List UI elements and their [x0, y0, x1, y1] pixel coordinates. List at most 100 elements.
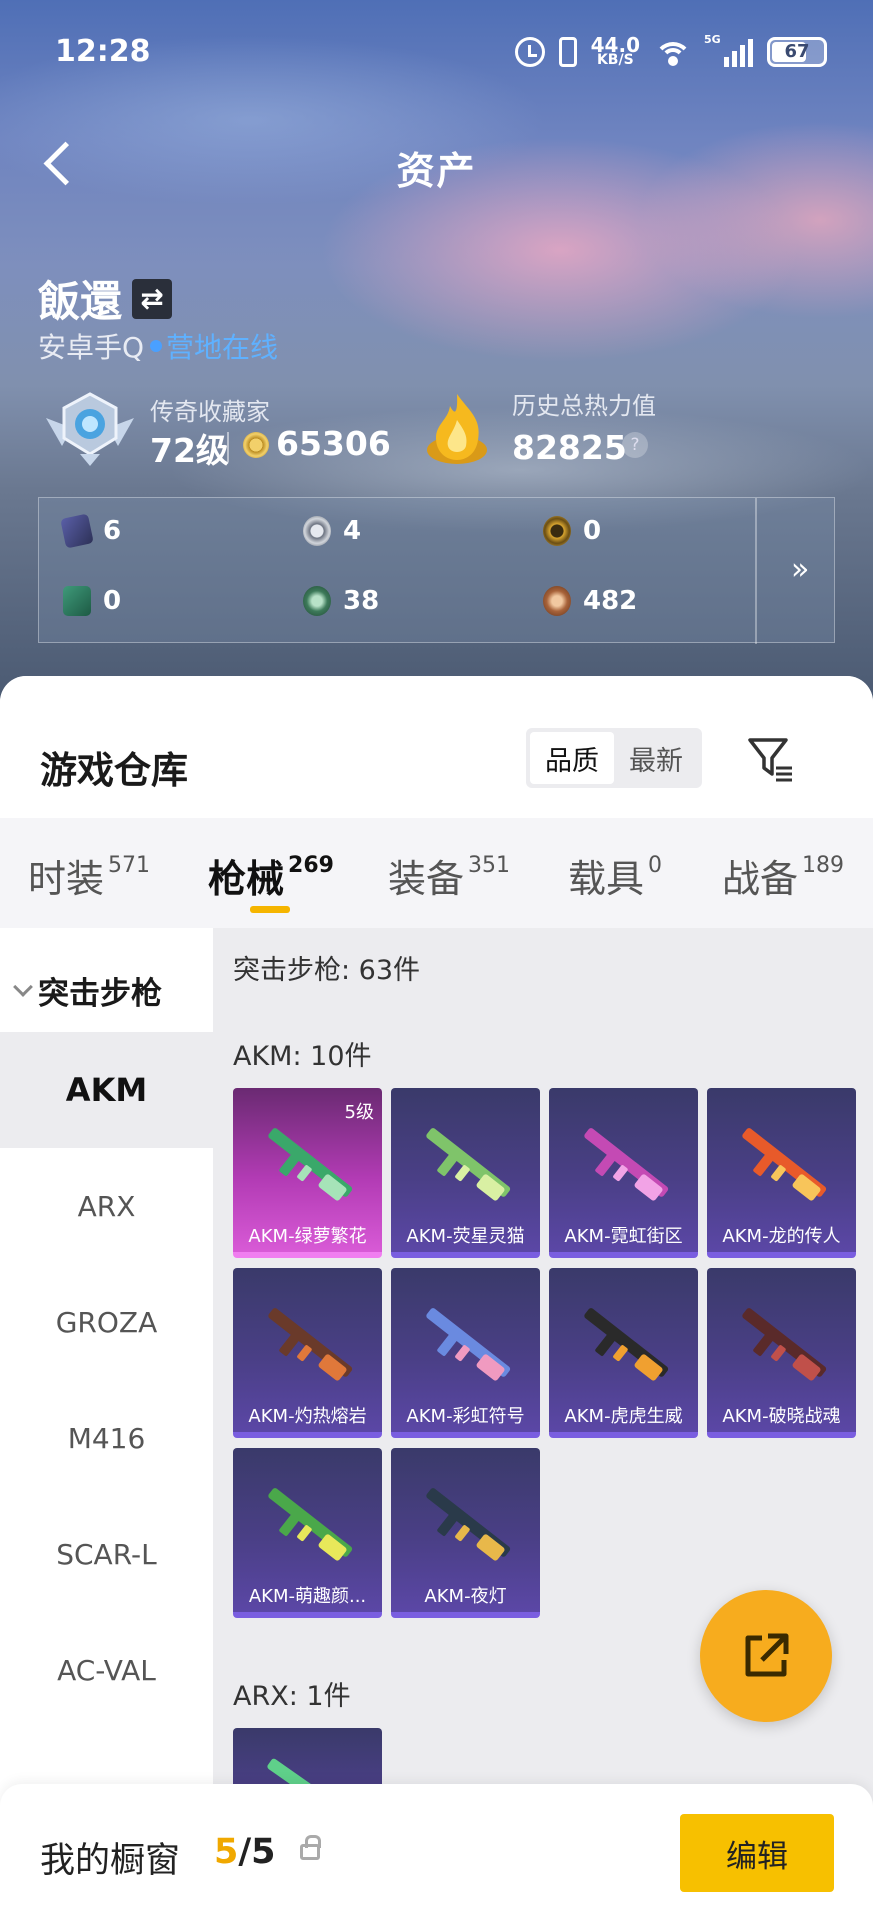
gun-icon	[268, 1488, 353, 1561]
weapon-grid: 突击步枪: 63件 AKM: 10件 5级 AKM-绿萝繁花 AKM-荧星灵猫 AKM…	[213, 928, 873, 1920]
count-item: 38	[303, 586, 379, 616]
item-name: AKM-彩虹符号	[406, 1406, 525, 1427]
signal-icon: 5G	[704, 33, 753, 67]
alarm-icon	[514, 36, 545, 67]
tab-vehicles[interactable]: 载具 0	[568, 848, 662, 903]
count-item: 0	[543, 516, 601, 546]
gun-icon	[742, 1128, 827, 1201]
warehouse-header: 游戏仓库 品质 最新	[0, 676, 873, 818]
rank-title: 传奇收藏家	[150, 398, 270, 426]
online-dot-icon	[150, 340, 163, 352]
fire-icon	[427, 394, 487, 464]
item-name: AKM-萌趣颜...	[248, 1586, 367, 1607]
gun-icon	[426, 1488, 511, 1561]
sort-newest[interactable]: 最新	[614, 732, 698, 784]
count-item: 482	[543, 586, 637, 616]
active-tab-indicator	[250, 906, 290, 913]
rank-emblem-icon	[46, 392, 134, 466]
edit-button[interactable]: 编辑	[680, 1814, 834, 1892]
item-name: AKM-霓虹街区	[564, 1226, 683, 1247]
warehouse-title: 游戏仓库	[40, 749, 188, 792]
item-name: AKM-荧星灵猫	[406, 1226, 525, 1247]
help-icon[interactable]: ?	[622, 432, 648, 458]
warehouse-panel: 游戏仓库 品质 最新 时装 571 枪械 269 装备 351 载具 0 战备 189 突…	[0, 676, 873, 1920]
group-title-akm: AKM: 10件	[233, 1041, 372, 1072]
more-chevron-icon[interactable]: »	[791, 552, 809, 587]
group-title-arx: ARX: 1件	[233, 1681, 351, 1712]
sidebar-item-groza[interactable]: GROZA	[0, 1264, 213, 1380]
sidebar-category[interactable]: 突击步枪	[13, 968, 162, 1013]
gold-medal-icon	[543, 516, 571, 546]
weapon-card[interactable]: AKM-霓虹街区	[549, 1088, 698, 1258]
weapon-card[interactable]: AKM-灼热熔岩	[233, 1268, 382, 1438]
switch-account-icon[interactable]: ⇄	[132, 278, 173, 319]
item-name: AKM-绿萝繁花	[248, 1226, 367, 1247]
inventory-counts: 6 4 0 0 38 482 »	[38, 497, 835, 644]
rank-level: 72级	[150, 431, 229, 470]
gun-icon	[426, 1308, 511, 1381]
coin-value: 65306	[276, 424, 391, 463]
heat-title: 历史总热力值	[512, 392, 656, 420]
weapon-card[interactable]: AKM-夜灯	[391, 1448, 540, 1618]
showcase-count: 5/5	[214, 1832, 276, 1872]
count-item: 0	[63, 586, 121, 616]
status-time: 12:28	[55, 34, 151, 69]
item-level: 5级	[344, 1102, 374, 1123]
weapon-card[interactable]: AKM-萌趣颜...	[233, 1448, 382, 1618]
weapon-card[interactable]: AKM-虎虎生威	[549, 1268, 698, 1438]
heat-value: 82825	[512, 428, 627, 467]
showcase-bar: 我的橱窗 5/5 编辑	[0, 1784, 873, 1920]
chevron-down-icon	[13, 976, 33, 997]
gun-icon	[584, 1308, 669, 1381]
tab-equipment[interactable]: 装备 351	[388, 848, 510, 903]
weapon-card[interactable]: AKM-破晓战魂	[707, 1268, 856, 1438]
tab-supplies[interactable]: 战备 189	[722, 848, 844, 903]
divider	[227, 432, 229, 462]
weapon-sidebar: 突击步枪 AKM ARX GROZA M416 SCAR-L AC-VAL	[0, 928, 213, 1920]
count-item: 4	[303, 516, 361, 546]
weapon-card[interactable]: AKM-龙的传人	[707, 1088, 856, 1258]
showcase-label: 我的橱窗	[40, 1841, 181, 1881]
gun-icon	[426, 1128, 511, 1201]
tab-guns[interactable]: 枪械 269	[208, 848, 334, 903]
net-speed: 44.0 KB/S	[590, 33, 640, 68]
filter-icon[interactable]	[746, 734, 796, 784]
weapon-card[interactable]: 5级 AKM-绿萝繁花	[233, 1088, 382, 1258]
bronze-coin-icon	[543, 586, 571, 616]
sidebar-item-scar-l[interactable]: SCAR-L	[0, 1496, 213, 1612]
coin-icon	[243, 432, 269, 458]
item-name: AKM-虎虎生威	[564, 1406, 683, 1427]
weapon-card[interactable]: AKM-彩虹符号	[391, 1268, 540, 1438]
status-bar: 12:28 44.0 KB/S 5G 67	[0, 30, 873, 74]
vibrate-icon	[558, 36, 577, 67]
battery-icon: 67	[767, 36, 827, 67]
sidebar-item-ac-val[interactable]: AC-VAL	[0, 1612, 213, 1728]
account-info: 安卓手Q 营地在线	[38, 326, 278, 366]
sidebar-item-arx[interactable]: ARX	[0, 1148, 213, 1264]
section-total: 突击步枪: 63件	[233, 955, 421, 986]
green-coin-icon	[303, 586, 331, 616]
item-name: AKM-夜灯	[424, 1586, 507, 1607]
page-title: 资产	[396, 149, 477, 193]
silver-medal-icon	[303, 516, 331, 546]
count-item: 6	[60, 513, 121, 549]
item-name: AKM-灼热熔岩	[248, 1406, 367, 1427]
divider	[755, 498, 757, 644]
share-button[interactable]	[700, 1590, 832, 1722]
purple-card-icon	[60, 513, 94, 549]
wifi-icon	[654, 38, 692, 66]
category-tabs: 时装 571 枪械 269 装备 351 载具 0 战备 189	[0, 818, 873, 928]
tab-outfit[interactable]: 时装 571	[28, 848, 150, 903]
gun-icon	[584, 1128, 669, 1201]
gun-icon	[742, 1308, 827, 1381]
sort-quality[interactable]: 品质	[530, 732, 614, 784]
player-name: 飯還 ⇄	[38, 268, 173, 329]
sort-toggle: 品质 最新	[526, 728, 702, 788]
presence-label: 营地在线	[166, 331, 279, 364]
sidebar-item-m416[interactable]: M416	[0, 1380, 213, 1496]
lock-icon	[300, 1835, 321, 1860]
weapon-card[interactable]: AKM-荧星灵猫	[391, 1088, 540, 1258]
share-icon	[745, 1633, 789, 1677]
item-name: AKM-破晓战魂	[722, 1406, 841, 1427]
sidebar-item-akm[interactable]: AKM	[0, 1032, 213, 1148]
